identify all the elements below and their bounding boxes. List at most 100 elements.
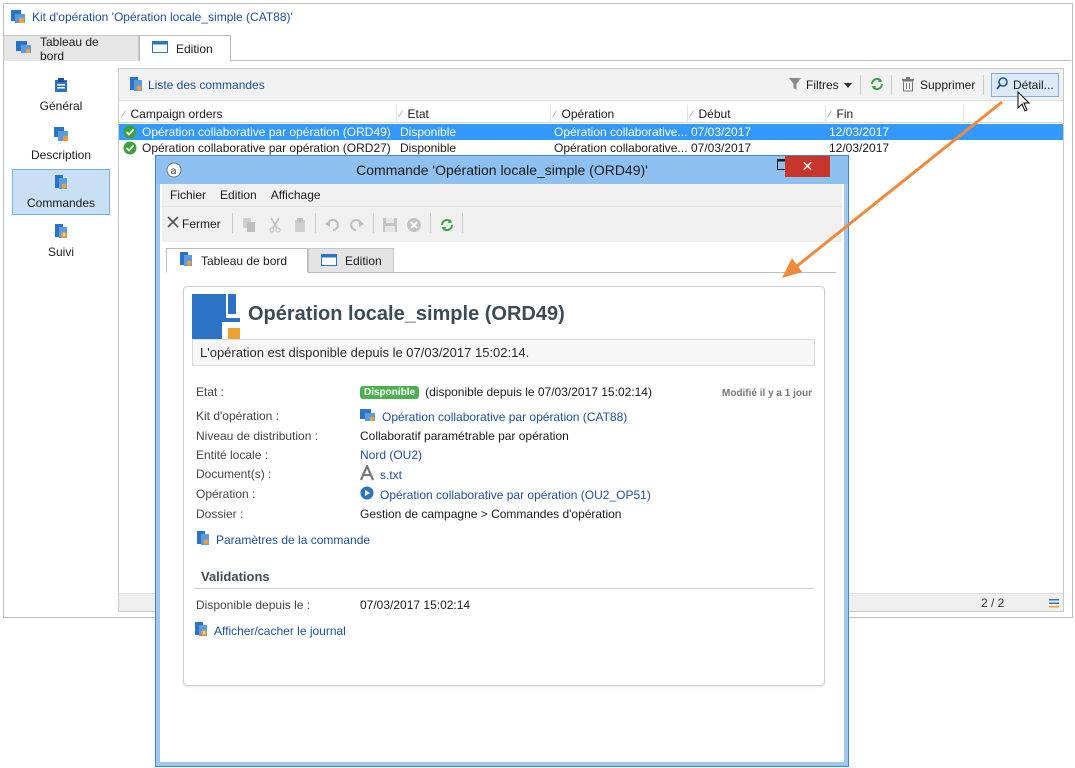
tracking-icon <box>54 223 68 242</box>
operation-link[interactable]: Opération collaborative par opération (O… <box>380 488 651 502</box>
menu-edition[interactable]: Edition <box>220 188 257 202</box>
column-separator <box>963 105 964 123</box>
orders-list-icon <box>129 76 143 95</box>
menu-affichage[interactable]: Affichage <box>271 188 321 202</box>
params-link[interactable]: Paramètres de la commande <box>196 530 370 549</box>
nav-item-commandes[interactable]: Commandes <box>12 169 110 215</box>
dossier-value: Gestion de campagne > Commandes d'opérat… <box>360 507 622 521</box>
refresh-icon[interactable] <box>438 216 456 234</box>
tab-edition[interactable]: Edition <box>308 248 394 273</box>
kit-value[interactable]: Opération collaborative par opération (C… <box>360 408 627 425</box>
document-a-icon <box>359 463 375 484</box>
entite-link[interactable]: Nord (OU2) <box>360 448 422 462</box>
tab-tableau-de-bord[interactable]: Tableau de bord <box>3 35 139 63</box>
nav-item-suivi[interactable]: Suivi <box>12 218 110 264</box>
toolbar-separator <box>430 213 431 233</box>
niveau-value: Collaboratif paramétrable par opération <box>360 429 569 443</box>
cancel-icon[interactable] <box>405 216 423 234</box>
validations-divider <box>194 588 814 589</box>
delete-button[interactable]: Supprimer <box>897 73 979 97</box>
paste-icon[interactable] <box>291 216 309 234</box>
etat-text: (disponible depuis le 07/03/2017 15:02:1… <box>425 385 652 399</box>
funnel-icon <box>789 77 801 94</box>
cell-etat: Disponible <box>400 125 457 139</box>
status-badge: Disponible <box>360 385 420 399</box>
status-ok-icon <box>123 125 137 139</box>
cell-debut: 07/03/2017 <box>691 141 752 155</box>
copy-icon[interactable] <box>240 216 258 234</box>
nav-item-general[interactable]: Général <box>12 72 110 118</box>
table-row[interactable]: Opération collaborative par opération (O… <box>119 124 1063 140</box>
etat-label: Etat : <box>196 385 225 399</box>
close-button[interactable]: ✕ <box>785 156 830 177</box>
table-row[interactable]: Opération collaborative par opération (O… <box>119 140 1063 156</box>
column-header-operation[interactable]: Opération <box>554 105 615 123</box>
list-title: Liste des commandes <box>125 73 269 97</box>
grid-header: Campaign orders Etat Opération Début Fin <box>119 105 1063 123</box>
order-card: Opération locale_simple (ORD49) L'opérat… <box>183 286 825 686</box>
orders-icon <box>54 174 68 193</box>
close-dialog-button[interactable]: Fermer <box>167 216 221 231</box>
nav-item-label: Général <box>39 99 83 113</box>
column-header-fin[interactable]: Fin <box>829 105 854 123</box>
column-header-campaign-orders[interactable]: Campaign orders <box>123 105 223 123</box>
dialog-title: Commande 'Opération locale_simple (ORD49… <box>356 162 648 178</box>
edition-icon <box>321 253 337 270</box>
play-icon <box>360 486 374 503</box>
window-title-text: Kit d'opération 'Opération locale_simple… <box>32 10 293 24</box>
tab-tableau-de-bord[interactable]: Tableau de bord <box>166 248 308 273</box>
modified-note: Modifié il y a 1 jour <box>721 388 812 399</box>
x-icon <box>167 216 179 231</box>
cell-etat: Disponible <box>400 141 457 155</box>
trash-icon <box>901 76 915 95</box>
toolbar-separator <box>373 213 374 233</box>
dialog-toolbar: Fermer <box>162 206 842 242</box>
operation-kit-icon <box>10 8 26 27</box>
validations-heading: Validations <box>201 569 270 584</box>
filters-button[interactable]: Filtres <box>785 73 856 97</box>
nav-item-description[interactable]: Description <box>12 121 110 167</box>
cell-name: Opération collaborative par opération (O… <box>142 141 391 155</box>
cell-debut: 07/03/2017 <box>691 125 752 139</box>
tab-label: Edition <box>345 254 382 268</box>
order-title: Opération locale_simple (ORD49) <box>248 303 565 325</box>
dossier-label: Dossier : <box>196 507 244 521</box>
cell-name: Opération collaborative par opération (O… <box>142 125 391 139</box>
toolbar-separator <box>462 213 463 233</box>
undo-icon[interactable] <box>323 216 341 234</box>
detail-button[interactable]: Détail... <box>991 73 1059 97</box>
tab-edition[interactable]: Edition <box>139 35 231 62</box>
toolbar-separator <box>860 75 861 95</box>
refresh-button[interactable] <box>865 73 889 97</box>
column-separator <box>550 105 551 123</box>
toolbar-separator <box>315 213 316 233</box>
window-title: Kit d'opération 'Opération locale_simple… <box>10 8 293 26</box>
column-header-etat[interactable]: Etat <box>400 105 429 123</box>
column-separator <box>396 105 397 123</box>
journal-link[interactable]: Afficher/cacher le journal <box>194 621 346 640</box>
tab-label: Tableau de bord <box>201 253 288 268</box>
order-dialog: a Commande 'Opération locale_simple (ORD… <box>155 155 849 767</box>
dashboard-icon <box>179 251 193 270</box>
menu-lines-icon[interactable] <box>1049 597 1059 611</box>
edition-icon <box>152 40 168 57</box>
cut-icon[interactable] <box>266 216 284 234</box>
dispo-label: Disponible depuis le : <box>196 598 311 612</box>
redo-icon[interactable] <box>348 216 366 234</box>
operation-value[interactable]: Opération collaborative par opération (O… <box>360 486 651 503</box>
pager-count: 2 / 2 <box>981 596 1005 610</box>
niveau-label: Niveau de distribution : <box>196 429 319 443</box>
dialog-menubar: Fichier Edition Affichage <box>162 184 842 206</box>
save-icon[interactable] <box>381 216 399 234</box>
menu-fichier[interactable]: Fichier <box>170 188 206 202</box>
nav-item-label: Suivi <box>47 245 74 259</box>
journal-icon <box>194 621 208 640</box>
nav-item-label: Description <box>30 148 92 162</box>
document-link[interactable]: s.txt <box>380 468 402 482</box>
cell-operation: Opération collaborative... <box>554 141 687 155</box>
documents-label: Document(s) : <box>196 467 272 481</box>
column-header-debut[interactable]: Début <box>691 105 731 123</box>
kit-link[interactable]: Opération collaborative par opération (C… <box>382 410 627 424</box>
cell-operation: Opération collaborative... <box>554 125 687 139</box>
documents-value[interactable]: s.txt <box>359 463 402 484</box>
